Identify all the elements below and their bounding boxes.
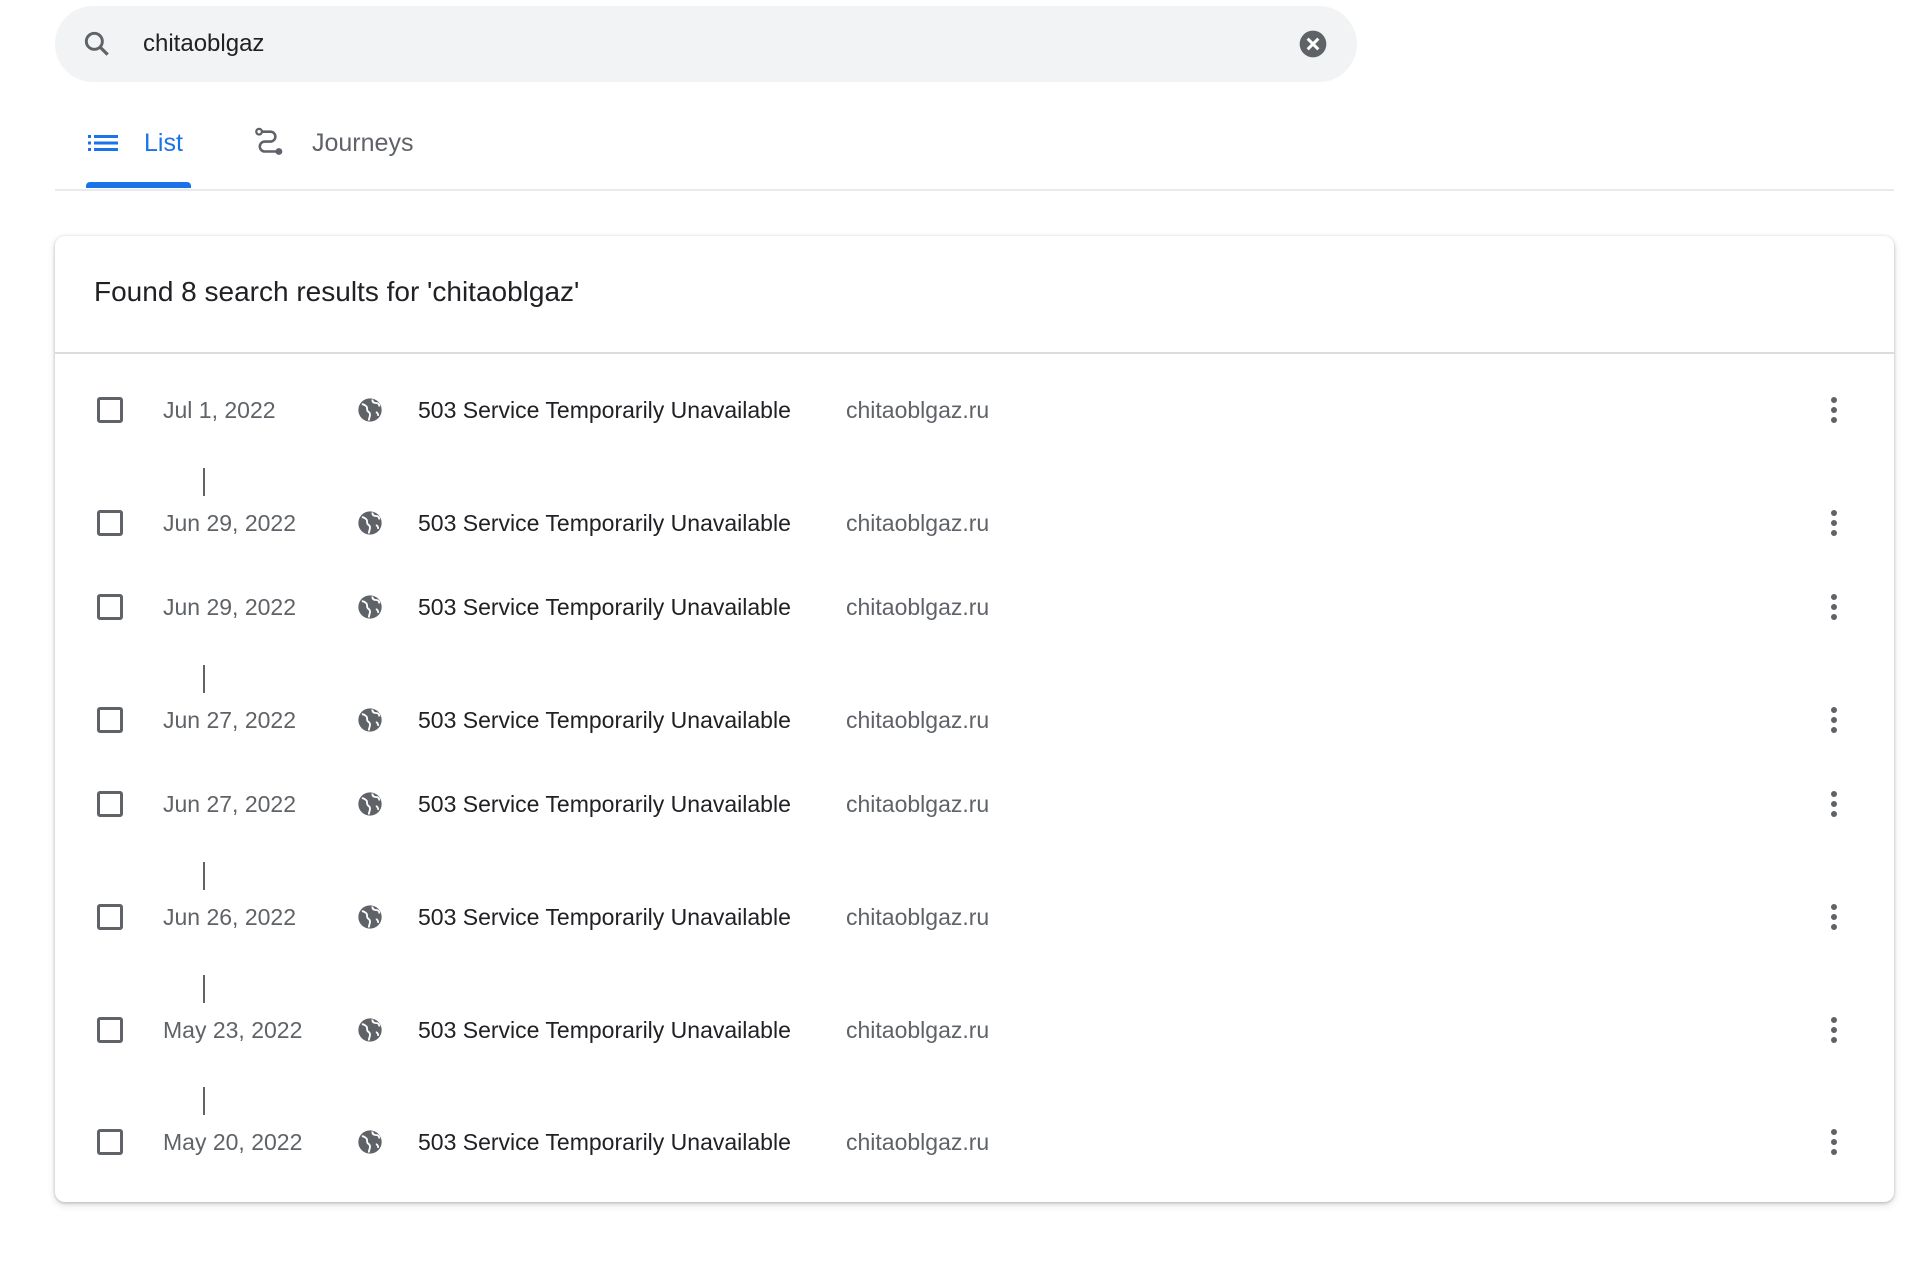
active-tab-indicator xyxy=(86,182,191,188)
select-checkbox[interactable] xyxy=(97,510,123,536)
journey-connector xyxy=(203,1087,205,1115)
result-domain: chitaoblgaz.ru xyxy=(846,791,990,817)
route-icon xyxy=(255,127,283,155)
globe-icon xyxy=(358,398,382,422)
tab-journeys[interactable]: Journeys xyxy=(252,118,413,168)
result-row: Jun 26, 2022 503 Service Temporarily Una… xyxy=(55,890,1894,950)
tab-list[interactable]: List xyxy=(88,118,183,168)
globe-icon xyxy=(358,905,382,929)
search-input[interactable]: chitaoblgaz xyxy=(143,6,264,82)
result-row: Jun 27, 2022 503 Service Temporarily Una… xyxy=(55,777,1894,837)
list-icon xyxy=(88,135,118,151)
more-vert-icon[interactable] xyxy=(1821,787,1847,821)
result-date: Jun 29, 2022 xyxy=(163,510,297,536)
more-vert-icon[interactable] xyxy=(1821,590,1847,624)
more-vert-icon[interactable] xyxy=(1821,1013,1847,1047)
journey-connector xyxy=(203,665,205,693)
result-title-link[interactable]: 503 Service Temporarily Unavailable xyxy=(418,580,791,634)
result-row: May 23, 2022 503 Service Temporarily Una… xyxy=(55,1003,1894,1063)
result-date: Jun 27, 2022 xyxy=(163,707,297,733)
clear-search-icon[interactable] xyxy=(1297,28,1329,60)
more-vert-icon[interactable] xyxy=(1821,393,1847,427)
result-title-link[interactable]: 503 Service Temporarily Unavailable xyxy=(418,890,791,944)
more-vert-icon[interactable] xyxy=(1821,506,1847,540)
result-domain: chitaoblgaz.ru xyxy=(846,904,990,930)
select-checkbox[interactable] xyxy=(97,1017,123,1043)
result-date: May 23, 2022 xyxy=(163,1017,303,1043)
journey-connector xyxy=(203,975,205,1003)
result-title-link[interactable]: 503 Service Temporarily Unavailable xyxy=(418,693,791,747)
tabs-divider xyxy=(55,189,1894,191)
result-domain: chitaoblgaz.ru xyxy=(846,594,990,620)
more-vert-icon[interactable] xyxy=(1821,703,1847,737)
result-title-link[interactable]: 503 Service Temporarily Unavailable xyxy=(418,777,791,831)
results-card: Found 8 search results for 'chitaoblgaz'… xyxy=(55,236,1894,1202)
globe-icon xyxy=(358,1130,382,1154)
select-checkbox[interactable] xyxy=(97,707,123,733)
result-row: Jun 27, 2022 503 Service Temporarily Una… xyxy=(55,693,1894,753)
result-domain: chitaoblgaz.ru xyxy=(846,510,990,536)
result-row: Jun 29, 2022 503 Service Temporarily Una… xyxy=(55,496,1894,556)
result-row: Jun 29, 2022 503 Service Temporarily Una… xyxy=(55,580,1894,640)
more-vert-icon[interactable] xyxy=(1821,900,1847,934)
result-row: Jul 1, 2022 503 Service Temporarily Unav… xyxy=(55,383,1894,443)
result-domain: chitaoblgaz.ru xyxy=(846,397,990,423)
select-checkbox[interactable] xyxy=(97,791,123,817)
tab-list-label: List xyxy=(144,128,183,157)
result-domain: chitaoblgaz.ru xyxy=(846,1129,990,1155)
result-date: Jun 29, 2022 xyxy=(163,594,297,620)
more-vert-icon[interactable] xyxy=(1821,1125,1847,1159)
result-domain: chitaoblgaz.ru xyxy=(846,1017,990,1043)
result-date: May 20, 2022 xyxy=(163,1129,303,1155)
result-title-link[interactable]: 503 Service Temporarily Unavailable xyxy=(418,1115,791,1169)
result-title-link[interactable]: 503 Service Temporarily Unavailable xyxy=(418,496,791,550)
tab-journeys-label: Journeys xyxy=(312,128,414,157)
journey-connector xyxy=(203,468,205,496)
select-checkbox[interactable] xyxy=(97,1129,123,1155)
select-checkbox[interactable] xyxy=(97,397,123,423)
result-domain: chitaoblgaz.ru xyxy=(846,707,990,733)
result-date: Jul 1, 2022 xyxy=(163,397,276,423)
result-date: Jun 26, 2022 xyxy=(163,904,297,930)
results-heading: Found 8 search results for 'chitaoblgaz' xyxy=(94,276,580,307)
globe-icon xyxy=(358,1018,382,1042)
globe-icon xyxy=(358,511,382,535)
globe-icon xyxy=(358,595,382,619)
result-row: May 20, 2022 503 Service Temporarily Una… xyxy=(55,1115,1894,1175)
journey-connector xyxy=(203,862,205,890)
globe-icon xyxy=(358,792,382,816)
result-title-link[interactable]: 503 Service Temporarily Unavailable xyxy=(418,1003,791,1057)
search-bar[interactable]: chitaoblgaz xyxy=(55,6,1357,82)
result-title-link[interactable]: 503 Service Temporarily Unavailable xyxy=(418,383,791,437)
search-icon xyxy=(84,31,109,56)
heading-divider xyxy=(55,352,1894,354)
select-checkbox[interactable] xyxy=(97,594,123,620)
result-date: Jun 27, 2022 xyxy=(163,791,297,817)
globe-icon xyxy=(358,708,382,732)
select-checkbox[interactable] xyxy=(97,904,123,930)
